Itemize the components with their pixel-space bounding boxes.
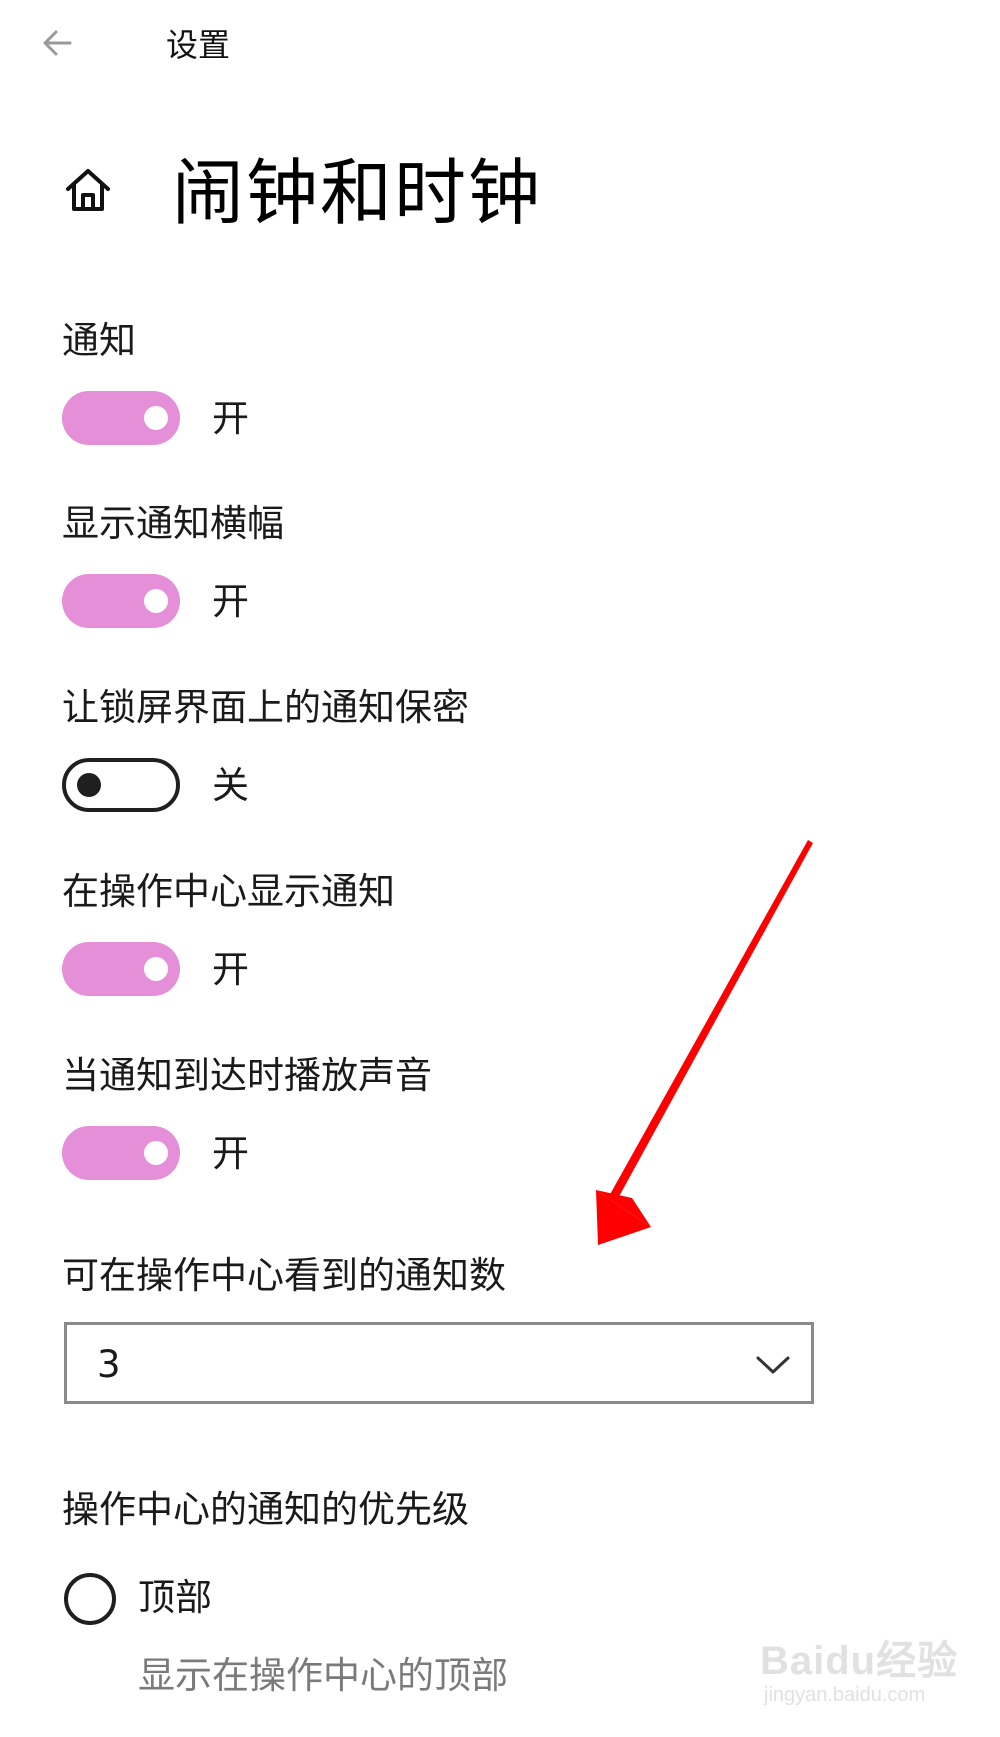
setting-label: 显示通知横幅 [62, 502, 284, 545]
chevron-down-icon [756, 1356, 790, 1374]
title-bar: 设置 [0, 0, 1000, 90]
action-center-toggle[interactable] [62, 942, 180, 996]
toggle-state-text: 开 [212, 397, 249, 440]
radio-button[interactable] [64, 1573, 116, 1625]
setting-label: 让锁屏界面上的通知保密 [62, 686, 469, 729]
watermark: Baidu经验 jingyan.baidu.com [760, 1628, 970, 1724]
toggle-state-text: 开 [212, 948, 249, 991]
setting-notifications: 通知 开 [62, 315, 822, 465]
show-banners-toggle[interactable] [62, 574, 180, 628]
watermark-brand: Baidu经验 [760, 1639, 959, 1683]
toggle-knob [77, 773, 101, 797]
setting-label: 当通知到达时播放声音 [62, 1054, 432, 1097]
notification-count-dropdown[interactable]: 3 [64, 1322, 814, 1404]
setting-action-center: 在操作中心显示通知 开 [62, 866, 822, 1016]
notification-count-label: 可在操作中心看到的通知数 [62, 1254, 506, 1297]
toggle-state-text: 关 [212, 764, 249, 807]
home-button[interactable] [60, 162, 116, 218]
dropdown-selected-value: 3 [97, 1343, 121, 1386]
play-sound-toggle[interactable] [62, 1126, 180, 1180]
back-button[interactable] [40, 20, 86, 66]
priority-top-radio-option[interactable]: 顶部 [62, 1570, 562, 1634]
radio-label: 顶部 [138, 1576, 212, 1619]
toggle-knob [144, 1141, 168, 1165]
watermark-url: jingyan.baidu.com [764, 1684, 926, 1706]
radio-description: 显示在操作中心的顶部 [138, 1654, 508, 1697]
toggle-state-text: 开 [212, 1132, 249, 1175]
priority-label: 操作中心的通知的优先级 [62, 1488, 469, 1531]
home-icon [66, 169, 110, 211]
setting-play-sound: 当通知到达时播放声音 开 [62, 1050, 822, 1200]
setting-label: 在操作中心显示通知 [62, 870, 395, 913]
lockscreen-private-toggle[interactable] [62, 758, 180, 812]
setting-label: 通知 [62, 319, 136, 362]
setting-show-banners: 显示通知横幅 开 [62, 498, 822, 648]
back-arrow-icon [43, 30, 72, 56]
page-title: 闹钟和时钟 [172, 151, 543, 235]
app-title: 设置 [166, 26, 231, 64]
setting-lockscreen-private: 让锁屏界面上的通知保密 关 [62, 682, 822, 832]
toggle-knob [144, 589, 168, 613]
toggle-knob [144, 406, 168, 430]
notifications-toggle[interactable] [62, 391, 180, 445]
toggle-state-text: 开 [212, 580, 249, 623]
toggle-knob [144, 957, 168, 981]
